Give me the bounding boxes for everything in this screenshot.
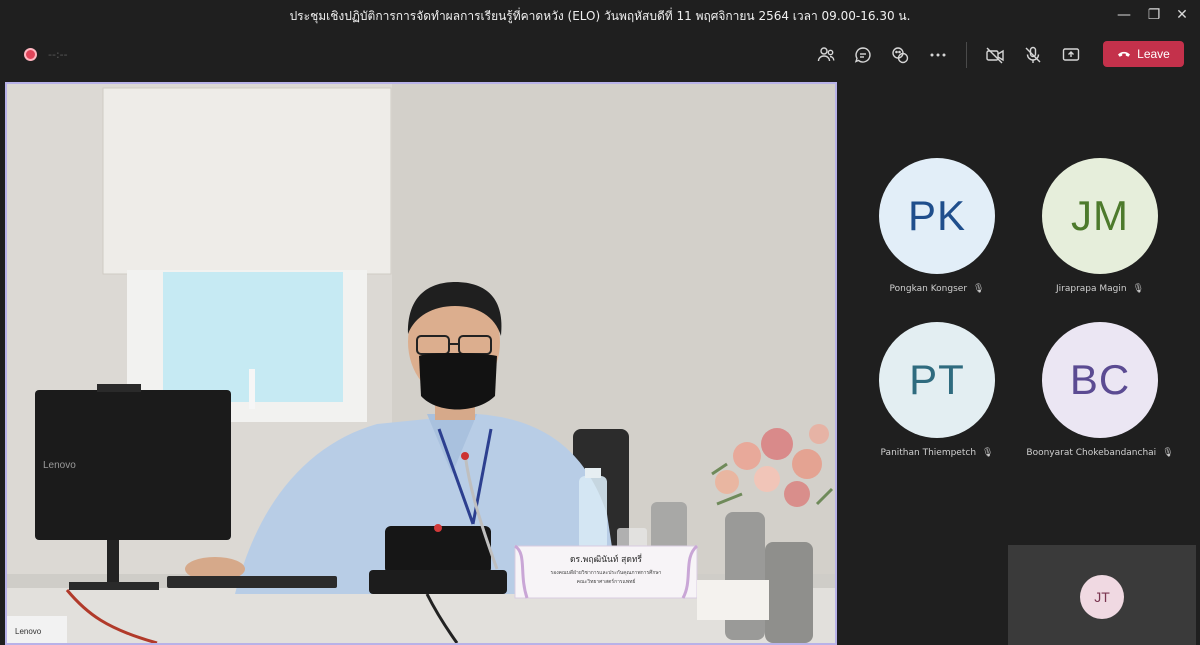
camera-off-icon[interactable] — [982, 42, 1008, 68]
avatar: BC — [1042, 322, 1158, 438]
people-icon[interactable] — [813, 42, 839, 68]
nameplate-faculty: คณะวิทยาศาสตร์การแพทย์ — [577, 578, 636, 585]
nameplate-name: ดร.พฤฒินันท์ สุดทรี่ — [570, 553, 642, 565]
phone-hangup-icon — [1118, 51, 1131, 57]
participant-tile[interactable]: BC Boonyarat Chokebandanchai 🎙 — [1026, 322, 1174, 458]
laptop-brand: Lenovo — [15, 627, 42, 636]
meeting-toolbar: --:-- Leave — [0, 30, 1200, 80]
chat-icon[interactable] — [850, 42, 876, 68]
participant-name: Jiraprapa Magin — [1055, 284, 1127, 294]
participant-name: Pongkan Kongser — [889, 284, 968, 294]
participant-name: Boonyarat Chokebandanchai — [1026, 448, 1157, 458]
minimize-button[interactable]: — — [1110, 3, 1138, 27]
mic-muted-icon: 🎙 — [1162, 448, 1174, 458]
meeting-timer: --:-- — [48, 48, 68, 61]
self-avatar: JT — [1080, 575, 1124, 619]
share-icon[interactable] — [1058, 42, 1084, 68]
self-view[interactable]: JT — [1008, 545, 1196, 645]
monitor-brand: Lenovo — [43, 460, 76, 471]
presenter-video: Lenovo ดร.พฤฒินันท์ สุดทรี่ รองคณบดีฝ่าย… — [7, 84, 835, 643]
more-icon[interactable] — [925, 42, 951, 68]
participant-tile[interactable]: JM Jiraprapa Magin 🎙 — [1030, 158, 1170, 294]
leave-label: Leave — [1137, 47, 1170, 61]
main-video-stage[interactable]: Lenovo ดร.พฤฒินันท์ สุดทรี่ รองคณบดีฝ่าย… — [5, 82, 837, 645]
title-bar: ประชุมเชิงปฏิบัติการการจัดทำผลการเรียนรู… — [0, 0, 1200, 30]
window-title: ประชุมเชิงปฏิบัติการการจัดทำผลการเรียนรู… — [289, 9, 911, 23]
avatar: JM — [1042, 158, 1158, 274]
close-button[interactable]: ✕ — [1168, 3, 1196, 27]
participant-name: Panithan Thiempetch — [880, 448, 977, 458]
recording-icon — [24, 48, 37, 61]
avatar: PT — [879, 322, 995, 438]
participant-tile[interactable]: PK Pongkan Kongser 🎙 — [867, 158, 1007, 294]
leave-button[interactable]: Leave — [1103, 41, 1184, 67]
mic-muted-icon: 🎙 — [982, 448, 994, 458]
mic-off-icon[interactable] — [1020, 42, 1046, 68]
restore-button[interactable]: ❐ — [1140, 3, 1168, 27]
mic-muted-icon: 🎙 — [1132, 284, 1145, 294]
avatar: PK — [879, 158, 995, 274]
mic-muted-icon: 🎙 — [973, 284, 985, 294]
nameplate-position: รองคณบดีฝ่ายวิชาการและประกันคุณภาพการศึก… — [551, 569, 662, 576]
reactions-icon[interactable] — [887, 42, 913, 68]
toolbar-divider — [966, 42, 967, 68]
participant-tile[interactable]: PT Panithan Thiempetch 🎙 — [867, 322, 1007, 458]
